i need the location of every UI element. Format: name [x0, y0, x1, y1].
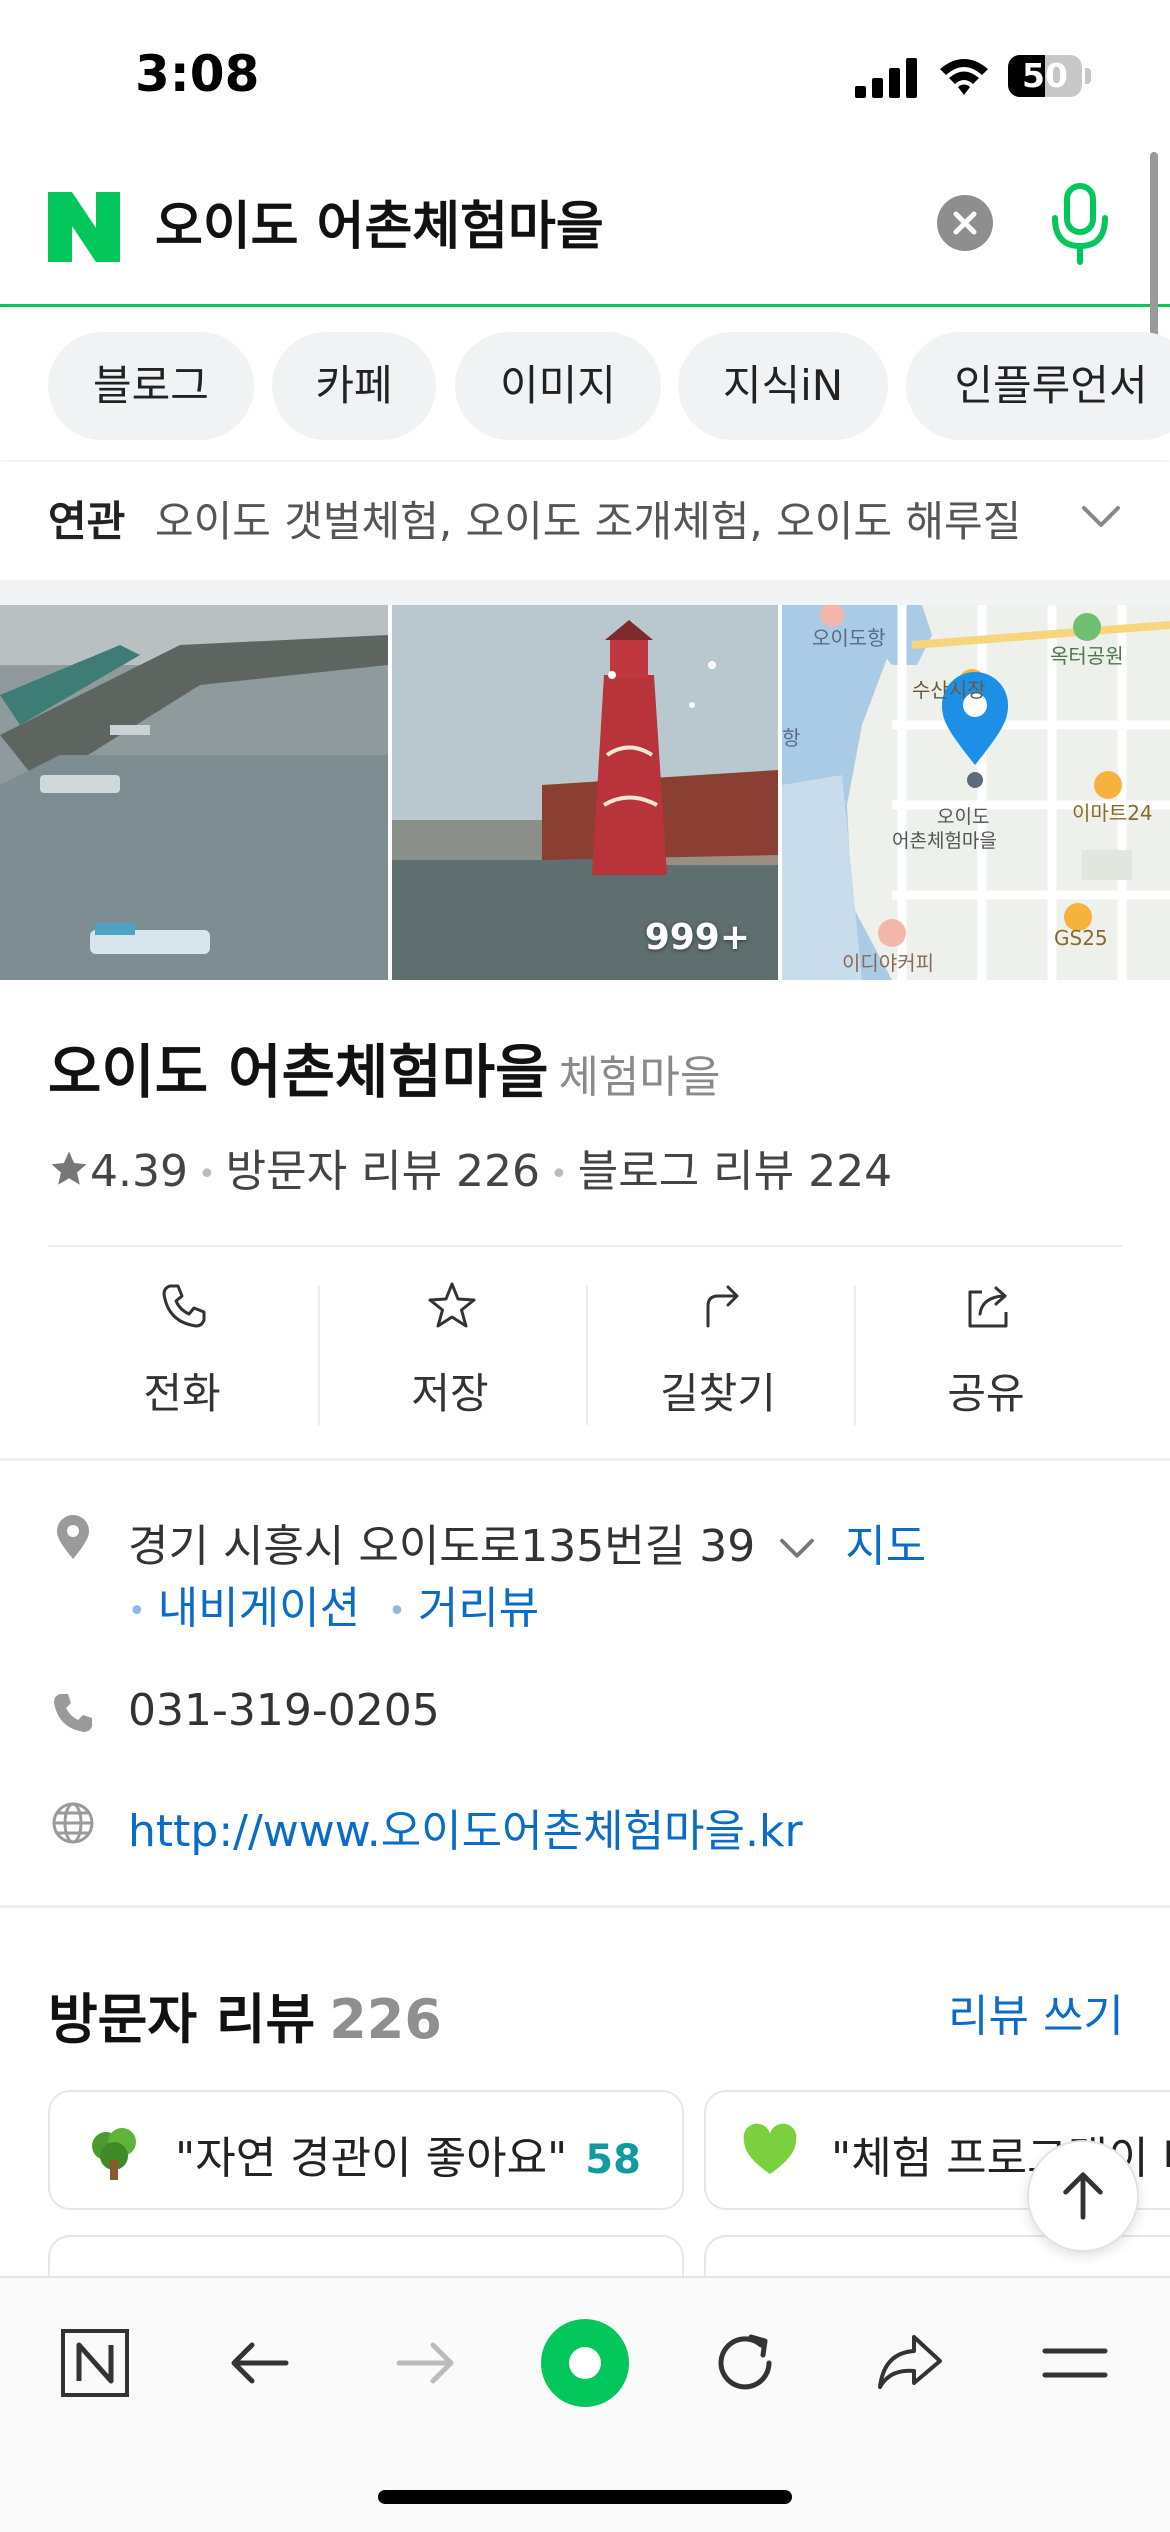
microphone-icon[interactable] [1045, 180, 1115, 270]
wifi-icon [940, 59, 988, 95]
forward-arrow-icon [396, 2342, 454, 2384]
photo-harbor[interactable] [0, 605, 388, 980]
photo-count-badge: 999+ [644, 917, 750, 958]
battery-level: 50 [1022, 56, 1068, 95]
website-link[interactable]: http://www.오이도어촌체험마을.kr [128, 1795, 803, 1859]
photo-lighthouse[interactable]: 999+ [392, 605, 778, 980]
close-icon [953, 211, 977, 235]
tab-cafe[interactable]: 카페 [272, 332, 436, 440]
status-bar: 3:08 50 [0, 0, 1170, 150]
section-divider [0, 580, 1170, 605]
phone-icon [54, 1694, 92, 1732]
place-name: 오이도 어촌체험마을 [48, 1038, 549, 1106]
reviews-title: 방문자 리뷰 [48, 1988, 316, 2051]
blog-review-count[interactable]: 블로그 리뷰 224 [578, 1146, 892, 1197]
place-category: 체험마을 [558, 1052, 721, 1103]
navigation-link[interactable]: 내비게이션 [158, 1583, 360, 1634]
map-label-market: 수산시장 [912, 678, 986, 702]
search-tabs: 블로그 카페 이미지 지식iN 인플루언서 [0, 310, 1170, 460]
tab-images[interactable]: 이미지 [455, 332, 661, 440]
map-label-harbor: 오이도항 [812, 626, 886, 650]
scroll-to-top-button[interactable] [1027, 2140, 1139, 2252]
home-indicator[interactable] [378, 2490, 792, 2504]
map-label-gs25: GS25 [1054, 926, 1108, 950]
map-label-pin-line1: 오이도 [937, 806, 989, 828]
chevron-down-icon[interactable] [1080, 495, 1122, 537]
review-keyword-text: "자연 경관이 좋아요" [175, 2133, 568, 2184]
address-row: 경기 시흥시 오이도로135번길 39 지도 [128, 1510, 926, 1574]
call-button[interactable]: 전화 [48, 1280, 316, 1430]
reviews-count: 226 [329, 1988, 442, 2051]
directions-label: 길찾기 [660, 1369, 776, 1418]
save-button[interactable]: 저장 [316, 1280, 584, 1430]
share-button[interactable]: 공유 [852, 1280, 1120, 1430]
visitor-review-count[interactable]: 방문자 리뷰 226 [226, 1146, 540, 1197]
refresh-icon[interactable] [705, 2323, 785, 2403]
cellular-signal-icon [855, 58, 917, 98]
save-label: 저장 [411, 1369, 489, 1418]
phone-number[interactable]: 031-319-0205 [128, 1685, 440, 1736]
related-keywords[interactable]: 오이도 갯벌체험, 오이도 조개체험, 오이도 해루질 [155, 488, 1045, 549]
map-label-edge: 항 [782, 726, 800, 750]
directions-icon [706, 1285, 739, 1328]
streetview-link[interactable]: 거리뷰 [418, 1583, 539, 1634]
write-review-link[interactable]: 리뷰 쓰기 [948, 1980, 1124, 2044]
map-label-emart: 이마트24 [1072, 801, 1153, 825]
clear-search-button[interactable] [937, 195, 993, 251]
arrow-up-icon [1063, 2172, 1103, 2220]
section-divider [0, 1905, 1170, 1908]
share-icon [968, 1286, 1008, 1328]
tab-influencer[interactable]: 인플루언서 [906, 332, 1170, 440]
directions-button[interactable]: 길찾기 [584, 1280, 852, 1430]
chevron-down-icon[interactable] [777, 1527, 817, 1567]
address-text[interactable]: 경기 시흥시 오이도로135번길 39 [128, 1521, 755, 1572]
menu-icon[interactable] [1035, 2323, 1115, 2403]
naver-home-icon[interactable] [55, 2323, 135, 2403]
battery-icon: 50 [1008, 55, 1092, 97]
share-label: 공유 [947, 1369, 1025, 1418]
review-keyword-count: 58 [585, 2137, 641, 2183]
rating-star-icon [51, 1151, 87, 1185]
tab-knowledge-in[interactable]: 지식iN [678, 332, 888, 440]
place-meta: 4.39 • 방문자 리뷰 226 • 블로그 리뷰 224 [48, 1135, 892, 1199]
map-label-park: 옥터공원 [1050, 644, 1124, 668]
review-keyword: "자연 경관이 좋아요" 58 [175, 2122, 641, 2186]
map-link[interactable]: 지도 [845, 1521, 926, 1572]
location-pin-icon [57, 1515, 89, 1559]
divider [0, 1458, 1170, 1461]
share-arrow-icon[interactable] [870, 2323, 950, 2403]
call-label: 전화 [143, 1369, 221, 1418]
green-heart-icon [743, 2123, 797, 2174]
rating-value: 4.39 [90, 1146, 188, 1197]
location-map[interactable]: 오이도항 옥터공원 수산시장 오이도 어촌체험마을 이마트24 GS25 이디야… [782, 605, 1170, 980]
map-label-pin-line2: 어촌체험마을 [892, 830, 997, 852]
place-title: 오이도 어촌체험마을 체험마을 [48, 1025, 720, 1109]
globe-icon [52, 1802, 94, 1844]
tab-blog[interactable]: 블로그 [48, 332, 254, 440]
phone-icon [162, 1284, 206, 1328]
green-dot-icon[interactable] [540, 2318, 630, 2408]
back-arrow-icon[interactable] [220, 2323, 300, 2403]
search-input[interactable]: 오이도 어촌체험마을 [155, 192, 604, 262]
tree-icon [92, 2128, 136, 2180]
naver-logo-icon[interactable] [48, 192, 120, 262]
divider [48, 1245, 1122, 1247]
related-label: 연관 [48, 497, 126, 546]
reviews-heading: 방문자 리뷰 226 [48, 1975, 442, 2054]
map-label-cafe: 이디야커피 [842, 951, 934, 975]
address-links: • 내비게이션 • 거리뷰 [128, 1583, 540, 1634]
search-bar: 오이도 어촌체험마을 [0, 150, 1170, 307]
star-icon [428, 1282, 476, 1328]
review-keyword-chip[interactable]: "자연 경관이 좋아요" 58 [48, 2090, 684, 2210]
related-searches[interactable]: 연관 오이도 갯벌체험, 오이도 조개체험, 오이도 해루질 [0, 462, 1170, 580]
status-time: 3:08 [135, 45, 260, 103]
